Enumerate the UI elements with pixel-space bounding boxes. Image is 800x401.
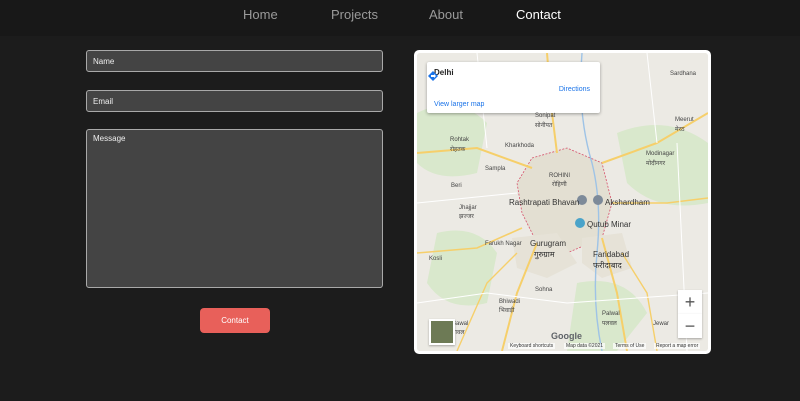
label-faridabad-hi: फरीदाबाद: [593, 261, 622, 270]
label-akshardham: Akshardham: [605, 198, 650, 207]
label-rohini-hi: रोहिणी: [552, 182, 567, 188]
label-modinagar: Modinagar: [646, 151, 675, 157]
label-palwal: Palwal: [602, 311, 620, 317]
label-modinagar-hi: मोदीनगर: [646, 161, 666, 167]
top-nav: Home Projects About Contact: [0, 0, 800, 36]
zoom-in-button[interactable]: +: [678, 290, 702, 314]
label-rohtak: Rohtak: [450, 137, 470, 143]
nav-contact[interactable]: Contact: [516, 7, 561, 22]
label-sardhana: Sardhana: [670, 71, 697, 77]
directions-icon[interactable]: [427, 70, 439, 82]
label-kosli: Kosli: [429, 256, 443, 262]
label-farukh: Farukh Nagar: [485, 241, 522, 247]
label-sohna: Sohna: [535, 287, 553, 293]
map-footer: Keyboard shortcuts Map data ©2021 Terms …: [417, 341, 708, 351]
label-jewar: Jewar: [653, 321, 670, 327]
name-placeholder: Name: [93, 57, 115, 66]
label-jhajjar-hi: झज्जर: [459, 214, 474, 220]
name-input[interactable]: Name: [86, 50, 383, 72]
send-button[interactable]: Contact: [200, 308, 270, 333]
view-larger-map-link[interactable]: View larger map: [434, 101, 484, 108]
nav-home[interactable]: Home: [243, 7, 278, 22]
label-jhajjar: Jhajjar: [459, 205, 477, 211]
label-qutub: Qutub Minar: [587, 220, 632, 229]
label-bhiwadi: Bhiwadi: [499, 299, 521, 305]
report-error-link[interactable]: Report a map error: [654, 343, 701, 349]
map-data-text: Map data ©2021: [564, 343, 606, 349]
email-input[interactable]: Email: [86, 90, 383, 112]
zoom-out-button[interactable]: −: [678, 314, 702, 338]
keyboard-shortcuts-link[interactable]: Keyboard shortcuts: [508, 343, 556, 349]
message-textarea[interactable]: Message: [86, 129, 383, 288]
nav-projects[interactable]: Projects: [331, 7, 378, 22]
label-gurugram-hi: गुरुग्राम: [534, 250, 555, 259]
label-palwal-hi: पलवल: [602, 321, 617, 327]
message-placeholder: Message: [93, 134, 126, 143]
label-rohtak-hi: रोहतक: [450, 147, 466, 153]
email-placeholder: Email: [93, 97, 114, 106]
google-map[interactable]: Delhi Directions View larger map Rohtak …: [417, 53, 708, 351]
label-faridabad: Faridabad: [593, 250, 630, 259]
label-rohini: ROHINI: [549, 173, 570, 179]
label-bhiwadi-hi: भिवाड़ी: [499, 308, 515, 314]
directions-link[interactable]: Directions: [559, 86, 590, 93]
label-gurugram: Gurugram: [530, 239, 567, 248]
label-meerut: Meerut: [675, 117, 694, 123]
map-frame: Delhi Directions View larger map Rohtak …: [414, 50, 711, 354]
place-card: Delhi Directions View larger map: [427, 62, 600, 113]
label-sampla: Sampla: [485, 166, 506, 172]
label-sonipat: Sonipat: [535, 113, 556, 119]
label-meerut-hi: मेरठ: [675, 127, 685, 133]
label-beri: Beri: [451, 183, 462, 189]
label-rashtrapati: Rashtrapati Bhavan: [509, 198, 580, 207]
label-sonipat-hi: सोनीपत: [535, 123, 553, 129]
terms-link[interactable]: Terms of Use: [613, 343, 647, 349]
nav-about[interactable]: About: [429, 7, 463, 22]
label-kharkhoda: Kharkhoda: [505, 143, 535, 149]
google-logo: Google: [551, 331, 582, 341]
